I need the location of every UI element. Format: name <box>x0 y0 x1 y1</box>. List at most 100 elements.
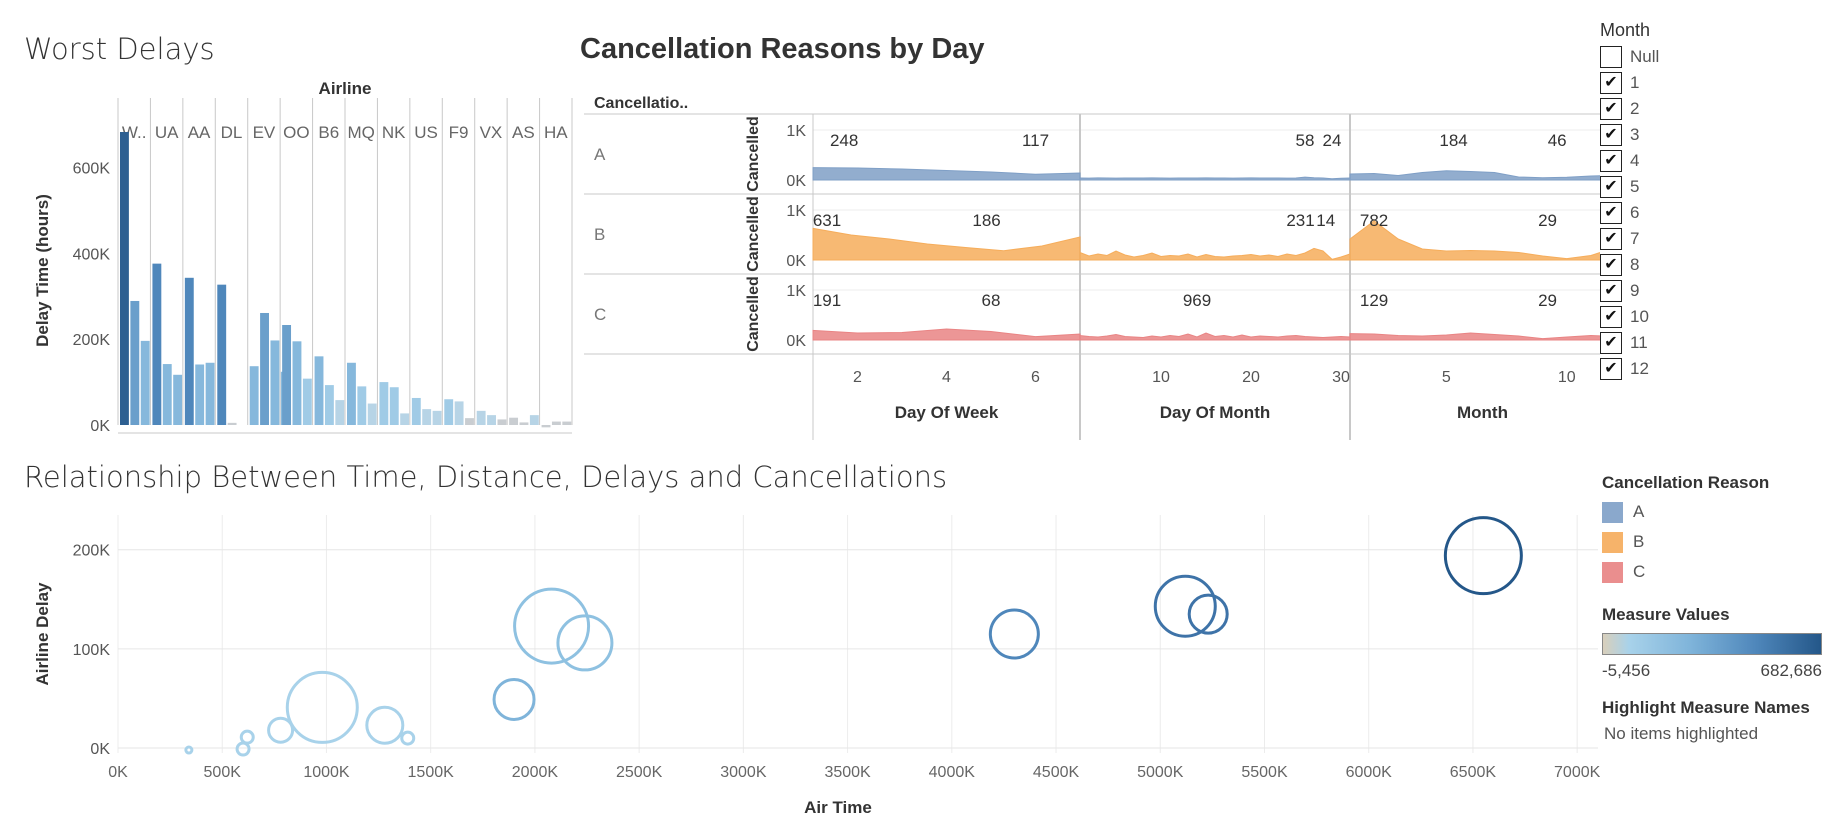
legend-swatch <box>1602 501 1623 523</box>
measure-values-gradient[interactable] <box>1602 633 1822 655</box>
month-filter-list: Null ✔ 1 ✔ 2 ✔ 3 ✔ 4 ✔ 5 ✔ 6 ✔ 7 ✔ 8 ✔ 9 ✔ 10 ✔ 11 ✔ 12 <box>1600 44 1750 382</box>
month-filter-item[interactable]: ✔ 11 <box>1600 330 1750 356</box>
month-filter-item[interactable]: ✔ 6 <box>1600 200 1750 226</box>
month-checkbox[interactable]: ✔ <box>1600 124 1622 146</box>
bar <box>195 364 205 425</box>
month-filter-item[interactable]: ✔ 2 <box>1600 96 1750 122</box>
scatter-point <box>239 729 255 745</box>
legend-label: C <box>1633 562 1646 581</box>
bar <box>487 415 496 425</box>
month-filter-item[interactable]: ✔ 12 <box>1600 356 1750 382</box>
x-tick-label: 4 <box>942 369 951 386</box>
y-tick-label: 100K <box>73 642 111 659</box>
month-filter-label: 12 <box>1630 359 1649 378</box>
measure-values-legend: Measure Values -5,456 682,686 <box>1602 605 1822 681</box>
legend-item-c[interactable]: C <box>1602 557 1769 587</box>
legend-item-b[interactable]: B <box>1602 527 1769 557</box>
month-checkbox[interactable]: ✔ <box>1600 228 1622 250</box>
row-y-axis-title: Cancelled <box>745 116 762 192</box>
bar <box>465 418 474 425</box>
data-label: 631 <box>813 211 841 230</box>
x-tick-label: 10 <box>1152 369 1170 386</box>
area-a <box>812 167 1081 181</box>
measure-values-title: Measure Values <box>1602 605 1730 624</box>
month-filter-label: 7 <box>1630 229 1640 248</box>
month-checkbox[interactable]: ✔ <box>1600 254 1622 276</box>
month-checkbox[interactable]: ✔ <box>1600 98 1622 120</box>
bar <box>173 374 183 425</box>
row-y-axis-title: Cancelled <box>745 276 762 352</box>
month-checkbox[interactable]: ✔ <box>1600 202 1622 224</box>
month-checkbox[interactable]: ✔ <box>1600 150 1622 172</box>
month-filter-item[interactable]: ✔ 8 <box>1600 252 1750 278</box>
x-tick-label: 3500K <box>824 764 871 781</box>
month-filter-item[interactable]: ✔ 3 <box>1600 122 1750 148</box>
cancellation-title: Cancellation Reasons by Day <box>580 33 985 65</box>
month-checkbox[interactable]: ✔ <box>1600 358 1622 380</box>
month-checkbox[interactable]: ✔ <box>1600 332 1622 354</box>
data-label: 969 <box>1183 291 1211 310</box>
month-filter-label: Null <box>1630 47 1660 66</box>
category-label: HA <box>544 123 568 142</box>
highlight-legend: Highlight Measure Names No items highlig… <box>1602 698 1810 744</box>
row-label: B <box>594 225 605 244</box>
legend-swatch <box>1602 531 1623 553</box>
x-tick-label: 6 <box>1031 369 1040 386</box>
worst-delays-title: Worst Delays <box>24 32 215 66</box>
month-checkbox[interactable] <box>1600 46 1622 68</box>
data-label: 129 <box>1360 291 1388 310</box>
bar <box>302 378 312 425</box>
measure-values-max: 682,686 <box>1760 661 1822 680</box>
bar <box>335 400 345 425</box>
measure-values-min: -5,456 <box>1602 661 1651 680</box>
x-tick-label: 0K <box>108 764 128 781</box>
month-filter-item[interactable]: ✔ 5 <box>1600 174 1750 200</box>
bar <box>367 403 377 425</box>
scatter-point <box>513 587 591 665</box>
category-label: US <box>414 123 438 142</box>
bar <box>292 341 302 425</box>
month-filter-item[interactable]: ✔ 4 <box>1600 148 1750 174</box>
month-filter-item[interactable]: ✔ 1 <box>1600 70 1750 96</box>
month-filter-label: 8 <box>1630 255 1640 274</box>
category-label: VX <box>480 123 503 142</box>
legend-item-a[interactable]: A <box>1602 497 1769 527</box>
relationship-chart: 0K 500K 1000K 1500K 2000K 2500K 3000K 3500K 4000… <box>33 515 1600 817</box>
month-filter-item[interactable]: ✔ 10 <box>1600 304 1750 330</box>
x-tick-label: 30 <box>1332 369 1350 386</box>
x-tick-label: 20 <box>1242 369 1260 386</box>
data-label: 29 <box>1538 211 1557 230</box>
bar <box>476 410 486 425</box>
category-label: AA <box>188 123 211 142</box>
scatter-point <box>365 705 405 745</box>
month-checkbox[interactable]: ✔ <box>1600 306 1622 328</box>
month-checkbox[interactable]: ✔ <box>1600 280 1622 302</box>
month-checkbox[interactable]: ✔ <box>1600 72 1622 94</box>
bar <box>314 356 324 425</box>
bar <box>379 382 389 425</box>
month-checkbox[interactable]: ✔ <box>1600 176 1622 198</box>
x-tick-label: 5000K <box>1137 764 1184 781</box>
y-tick-label: 1K <box>786 203 806 220</box>
bar <box>454 401 464 425</box>
bar <box>497 419 507 425</box>
x-tick-label: 5500K <box>1241 764 1288 781</box>
highlight-value[interactable]: No items highlighted <box>1604 724 1810 744</box>
bar <box>140 340 150 425</box>
y-tick-label: 0K <box>90 741 110 758</box>
month-filter-item[interactable]: ✔ 9 <box>1600 278 1750 304</box>
x-tick-label: 2 <box>853 369 862 386</box>
x-tick-label: 4500K <box>1033 764 1080 781</box>
bar <box>260 312 269 425</box>
x-tick-label: 6500K <box>1450 764 1497 781</box>
bar <box>432 410 442 425</box>
month-filter-label: 9 <box>1630 281 1640 300</box>
category-label: NK <box>382 123 406 142</box>
data-label: 186 <box>972 211 1000 230</box>
row-label: C <box>594 305 606 324</box>
month-filter-item[interactable]: ✔ 7 <box>1600 226 1750 252</box>
x-tick-label: 10 <box>1558 369 1576 386</box>
cancellation-reason-legend-items: ABC <box>1602 497 1769 587</box>
x-tick-label: 1500K <box>408 764 455 781</box>
month-filter-item[interactable]: Null <box>1600 44 1750 70</box>
